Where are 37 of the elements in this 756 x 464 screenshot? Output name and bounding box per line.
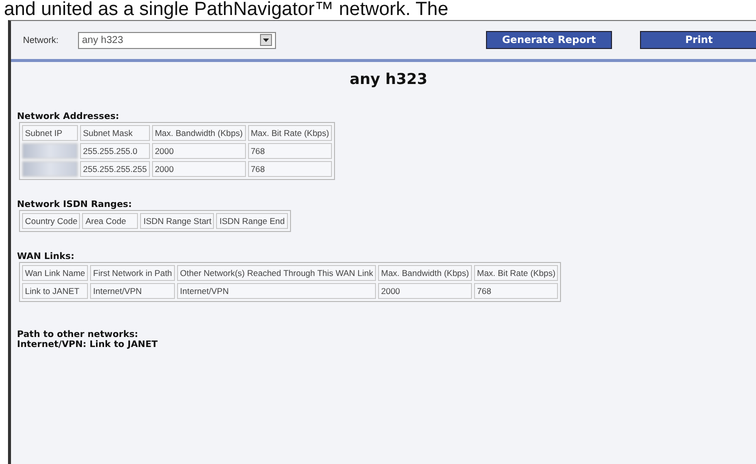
table-cell: 2000	[378, 283, 472, 299]
column-header: Max. Bandwidth (Kbps)	[152, 125, 246, 141]
page-title: any h323	[348, 70, 428, 88]
section-heading: WAN Links:	[17, 252, 76, 262]
column-header: First Network in Path	[90, 265, 176, 281]
table-cell: 768	[248, 143, 332, 159]
table-cell: Internet/VPN	[90, 283, 176, 299]
table-cell: 768	[248, 161, 332, 177]
table-cell: 255.255.255.255	[80, 161, 150, 177]
generate-report-button[interactable]: Generate Report	[486, 31, 612, 49]
column-header: Other Network(s) Reached Through This WAN Link	[177, 265, 376, 281]
column-header: Max. Bit Rate (Kbps)	[474, 265, 558, 281]
column-header: Country Code	[22, 213, 80, 229]
table-cell: 768	[474, 283, 558, 299]
column-header: ISDN Range Start	[140, 213, 214, 229]
column-header: Wan Link Name	[22, 265, 88, 281]
print-button[interactable]: Print	[640, 31, 756, 49]
table-cell: 2000	[152, 143, 246, 159]
section-heading: Path to other networks:	[17, 330, 140, 340]
section-heading: Network Addresses:	[17, 112, 120, 122]
column-header: Max. Bit Rate (Kbps)	[248, 125, 332, 141]
path-text: Internet/VPN: Link to JANET	[17, 340, 159, 350]
table-cell: Link to JANET	[22, 283, 88, 299]
column-header: Subnet IP	[22, 125, 78, 141]
network-dropdown[interactable]: any h323	[78, 32, 276, 48]
document-text: and united as a single PathNavigator™ network. The	[3, 0, 450, 20]
column-header: Max. Bandwidth (Kbps)	[378, 265, 472, 281]
column-header: Area Code	[82, 213, 138, 229]
table-cell: 2000	[152, 161, 246, 177]
section-heading: Network ISDN Ranges:	[17, 200, 133, 210]
network-label: Network:	[23, 35, 60, 45]
table-cell: Internet/VPN	[177, 283, 376, 299]
column-header: ISDN Range End	[216, 213, 288, 229]
blurred-cell	[22, 161, 78, 177]
blurred-cell	[22, 143, 78, 159]
column-header: Subnet Mask	[80, 125, 150, 141]
table-cell: 255.255.255.0	[80, 143, 150, 159]
